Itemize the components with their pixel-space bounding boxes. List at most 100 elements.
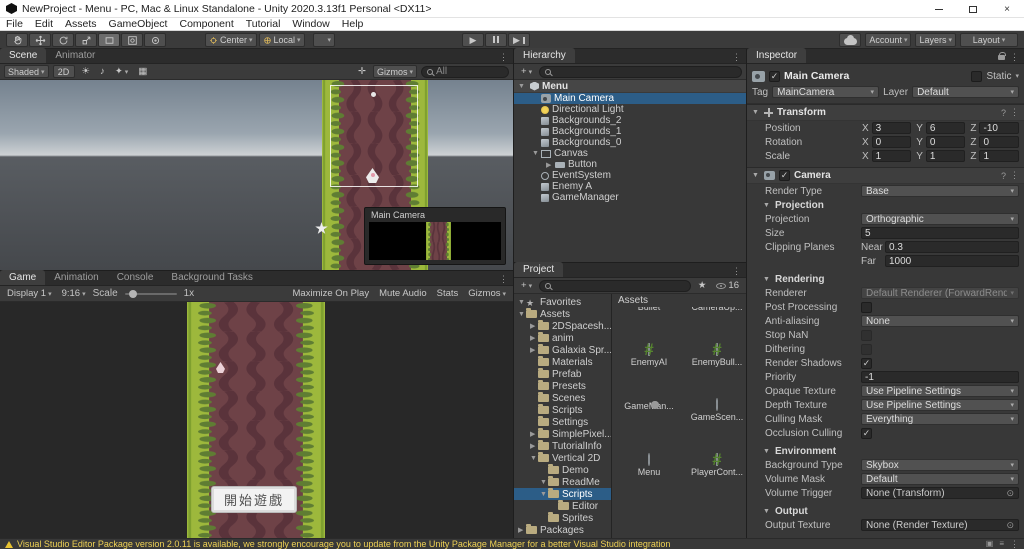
scene-header-row[interactable]: ▼ Menu <box>514 80 746 93</box>
folder-item[interactable]: Sprites <box>514 512 611 524</box>
asset-item[interactable]: PlayerCont... <box>686 453 746 503</box>
folder-item[interactable]: ▶ 2DSpacesh... <box>514 320 611 332</box>
y-field[interactable]: 6 <box>925 122 966 134</box>
panel-tab[interactable]: Hierarchy <box>514 48 575 63</box>
play-button[interactable]: ▶ <box>462 33 484 47</box>
hierarchy-item[interactable]: EventSystem <box>514 170 746 181</box>
kebab-icon[interactable]: ⋮ <box>1010 107 1019 118</box>
2d-toggle-button[interactable]: 2D <box>52 65 75 78</box>
rect-tool-button[interactable] <box>98 33 120 47</box>
expand-arrow[interactable]: ▼ <box>518 311 526 318</box>
kebab-icon[interactable]: ⋮ <box>732 266 741 277</box>
expand-arrow[interactable]: ▶ <box>546 161 555 169</box>
value-field[interactable]: 0.3 <box>885 241 1019 253</box>
foldout-arrow[interactable]: ▼ <box>752 172 760 179</box>
hierarchy-item[interactable]: ▼ Canvas <box>514 148 746 159</box>
close-button[interactable]: × <box>990 0 1024 18</box>
pivot-toggle-button[interactable]: Center ▾ <box>205 33 257 47</box>
folder-item[interactable]: Scenes <box>514 392 611 404</box>
orientation-toggle-button[interactable]: Local ▾ <box>258 33 305 47</box>
move-handle-gizmo[interactable] <box>371 92 376 97</box>
x-field[interactable]: 3 <box>871 122 912 134</box>
scene-effects-dropdown[interactable]: ✦ ▾ <box>112 66 131 77</box>
slider-thumb[interactable] <box>128 289 137 298</box>
object-picker-icon[interactable]: ⊙ <box>1006 488 1014 499</box>
kebab-icon[interactable]: ⋮ <box>499 274 508 285</box>
value-dropdown[interactable]: Base ▾ <box>861 185 1019 197</box>
static-dropdown-caret[interactable]: ▾ <box>1015 72 1019 80</box>
environment-section-header[interactable]: ▼ Environment <box>747 444 1024 458</box>
folder-item[interactable]: Editor <box>514 500 611 512</box>
custom-tool-button[interactable] <box>144 33 166 47</box>
y-field[interactable]: 0 <box>925 136 966 148</box>
aspect-dropdown[interactable]: 9:16 ▾ <box>59 288 89 299</box>
asset-item[interactable]: GameScen... <box>686 398 746 448</box>
value-dropdown[interactable]: Orthographic ▾ <box>861 213 1019 225</box>
object-field[interactable]: None (Render Texture) ⊙ <box>861 519 1019 531</box>
folder-item[interactable]: Presets <box>514 380 611 392</box>
expand-arrow[interactable]: ▼ <box>518 83 527 90</box>
value-dropdown[interactable]: Everything ▾ <box>861 413 1019 425</box>
value-checkbox[interactable]: ✓ <box>861 343 872 355</box>
expand-arrow[interactable]: ▶ <box>530 334 538 342</box>
transform-tool-button[interactable] <box>121 33 143 47</box>
expand-arrow[interactable]: ▼ <box>530 455 538 462</box>
hierarchy-item[interactable]: Backgrounds_1 <box>514 126 746 137</box>
hierarchy-item[interactable]: Directional Light <box>514 104 746 115</box>
panel-tab[interactable]: Game <box>0 270 46 285</box>
menu-item[interactable]: Tutorial <box>240 18 287 31</box>
hand-tool-button[interactable] <box>6 33 28 47</box>
folder-item[interactable]: ▶ anim <box>514 332 611 344</box>
value-checkbox[interactable]: ✓ <box>861 329 872 341</box>
expand-arrow[interactable]: ▶ <box>530 346 538 354</box>
scene-viewport[interactable]: Main Camera <box>0 80 513 270</box>
foldout-arrow[interactable]: ▼ <box>752 109 760 116</box>
scale-slider[interactable] <box>124 289 177 298</box>
search-by-type-button[interactable]: ★ <box>695 280 710 291</box>
mute-audio-toggle[interactable]: Mute Audio <box>376 288 430 299</box>
component-enabled-checkbox[interactable]: ✓ <box>779 170 790 181</box>
expand-arrow[interactable]: ▼ <box>518 299 526 306</box>
projection-section-header[interactable]: ▼ Projection <box>747 198 1024 212</box>
menu-item[interactable]: Component <box>173 18 239 31</box>
menu-item[interactable]: Edit <box>29 18 59 31</box>
hierarchy-search-input[interactable] <box>539 65 742 78</box>
value-checkbox[interactable]: ✓ <box>861 357 872 369</box>
transform-component-header[interactable]: ▼ Transform ? ⋮ <box>747 104 1024 121</box>
asset-item[interactable]: GameMan... <box>618 399 680 448</box>
folder-item[interactable]: ▼ Assets <box>514 308 611 320</box>
asset-item[interactable]: EnemyAI <box>618 343 680 393</box>
menu-item[interactable]: Assets <box>59 18 103 31</box>
object-field[interactable]: None (Transform) ⊙ <box>861 487 1019 499</box>
move-tool-button[interactable] <box>29 33 51 47</box>
expand-arrow[interactable]: ▼ <box>540 491 548 498</box>
pause-button[interactable] <box>485 33 507 47</box>
static-checkbox[interactable]: ✓ <box>971 70 983 82</box>
panel-tab[interactable]: Animator <box>46 48 104 63</box>
value-dropdown[interactable]: Use Pipeline Settings ▾ <box>861 385 1019 397</box>
gameobject-name[interactable]: Main Camera <box>784 70 967 82</box>
help-icon[interactable]: ? <box>1001 108 1006 118</box>
output-section-header[interactable]: ▼ Output <box>747 504 1024 518</box>
object-picker-icon[interactable]: ⊙ <box>1006 520 1014 531</box>
layer-dropdown[interactable]: Default ▾ <box>912 86 1020 98</box>
x-field[interactable]: 1 <box>871 150 912 162</box>
scene-visibility-toggle[interactable]: ▦ <box>135 66 150 77</box>
help-icon[interactable]: ? <box>1001 171 1006 181</box>
active-checkbox[interactable]: ✓ <box>769 70 780 82</box>
hierarchy-item[interactable]: ▶ Button <box>514 159 746 170</box>
folder-item[interactable]: Demo <box>514 464 611 476</box>
expand-arrow[interactable]: ▼ <box>540 479 548 486</box>
value-dropdown[interactable]: Skybox ▾ <box>861 459 1019 471</box>
hidden-packages-toggle[interactable]: 16 <box>713 280 742 291</box>
value-dropdown[interactable]: None ▾ <box>861 315 1019 327</box>
x-field[interactable]: 0 <box>871 136 912 148</box>
kebab-icon[interactable]: ⋮ <box>1010 52 1019 63</box>
layout-dropdown[interactable]: Layout ▾ <box>960 33 1018 47</box>
folder-item[interactable]: ▶ Packages <box>514 524 611 536</box>
create-object-button[interactable]: + ▾ <box>518 66 535 77</box>
kebab-icon[interactable]: ⋮ <box>732 52 741 63</box>
value-field[interactable]: 1000 <box>885 255 1019 267</box>
hierarchy-item[interactable]: GameManager <box>514 192 746 203</box>
panel-tab[interactable]: Animation <box>45 270 107 285</box>
